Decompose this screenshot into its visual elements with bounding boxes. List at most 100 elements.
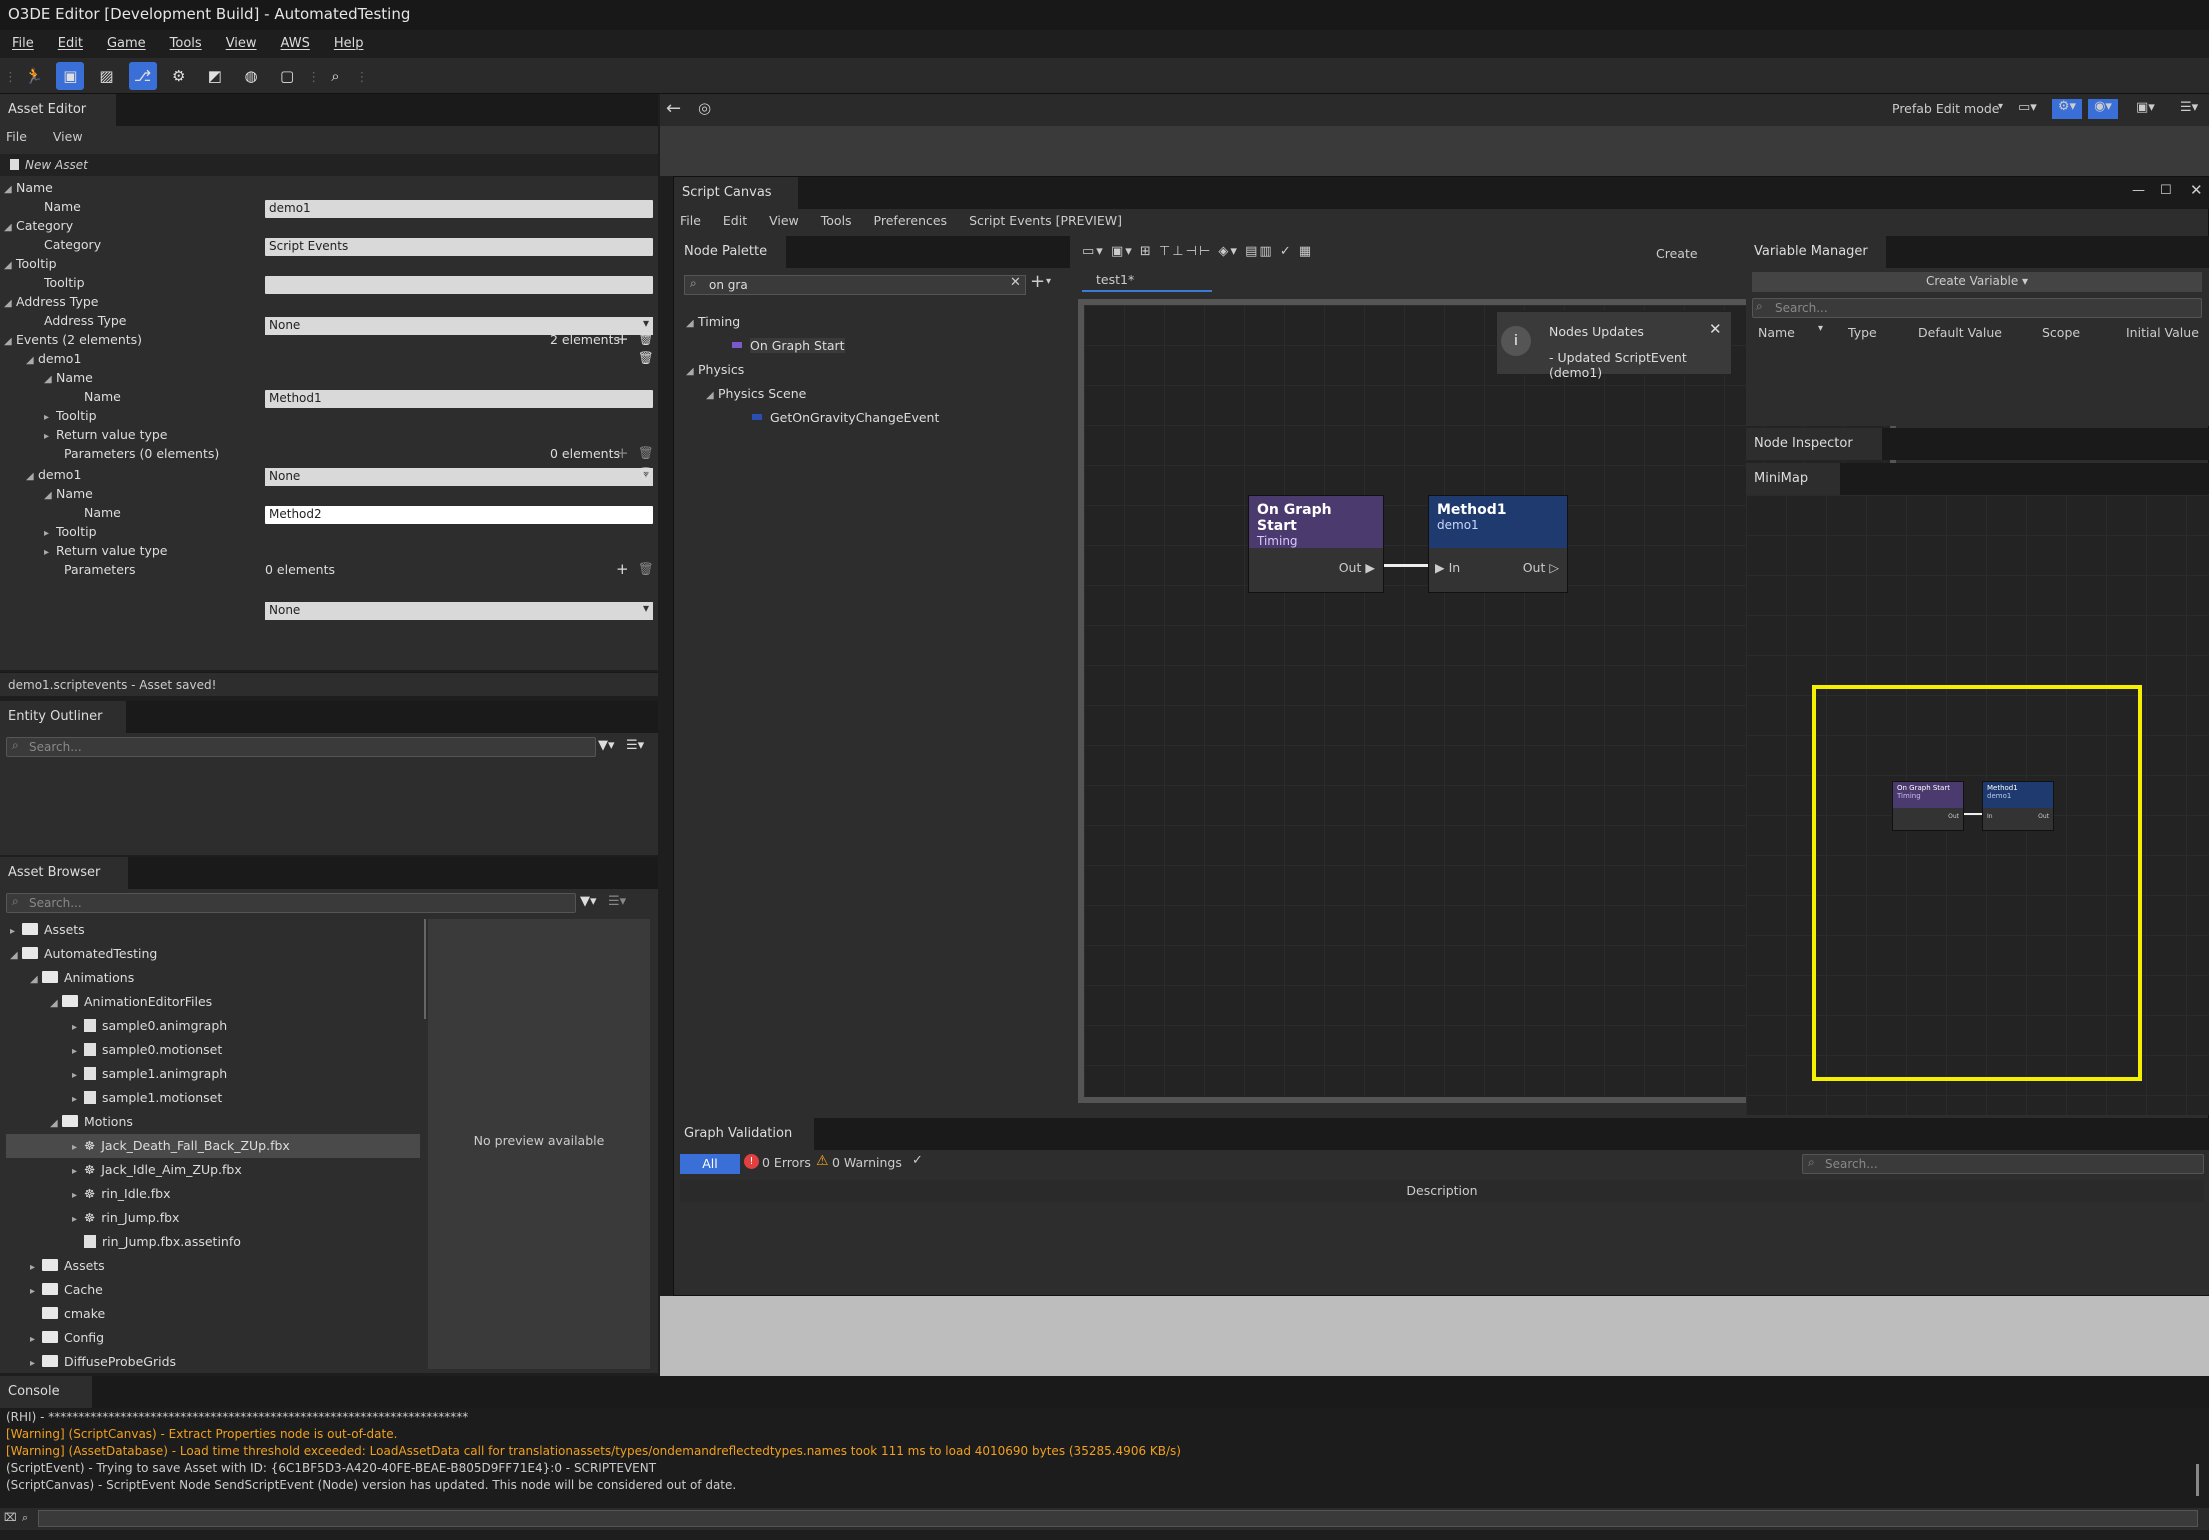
tree-item[interactable]: Motions — [84, 1114, 133, 1129]
expand-icon[interactable]: ▸ — [72, 1137, 84, 1159]
menu-icon[interactable]: ☰▾ — [608, 894, 626, 909]
palette-node-gravity-change[interactable]: GetOnGravityChangeEvent — [770, 410, 939, 425]
exec-pin-icon[interactable]: ▶ — [1365, 560, 1375, 575]
expand-icon[interactable]: ▸ — [72, 1065, 84, 1087]
expand-icon[interactable]: ▸ — [72, 1185, 84, 1207]
add-icon[interactable]: + — [1030, 271, 1045, 292]
event2-name-field[interactable]: Method2 — [265, 506, 653, 524]
collapse-icon[interactable]: ◢ — [10, 945, 22, 967]
menu-game[interactable]: Game — [95, 30, 158, 57]
tree-item[interactable]: sample1.motionset — [102, 1090, 222, 1105]
console-clear-icon[interactable]: ⌧ — [4, 1511, 17, 1524]
asset-editor-tab[interactable]: Asset Editor — [0, 94, 116, 126]
bookmark-list-icon[interactable]: ▥ — [1259, 244, 1273, 259]
debug-icon[interactable]: ⚙▾ — [2052, 99, 2082, 119]
viewport[interactable] — [660, 126, 2209, 176]
tree-item[interactable]: cmake — [64, 1306, 105, 1321]
expand-icon[interactable]: ▸ — [30, 1353, 42, 1375]
collapse-icon[interactable]: ◢ — [4, 260, 16, 271]
node-search-input[interactable]: on gra — [684, 275, 1026, 295]
tree-item[interactable]: sample1.animgraph — [102, 1066, 227, 1081]
collapse-icon[interactable]: ◢ — [4, 222, 16, 233]
minimize-icon[interactable]: — — [2132, 183, 2145, 198]
asset-browser-tab[interactable]: Asset Browser — [0, 857, 128, 889]
sc-menu-edit[interactable]: Edit — [723, 213, 747, 228]
console-scrollbar[interactable] — [2196, 1464, 2199, 1496]
trash-icon[interactable]: 🗑 — [638, 561, 654, 580]
node-method1[interactable]: Method1 demo1 ▶ In Out ▷ — [1428, 495, 1568, 593]
event1-return-select[interactable]: None — [265, 467, 653, 486]
menu-aws[interactable]: AWS — [269, 30, 322, 57]
collapse-icon[interactable]: ◢ — [44, 374, 56, 385]
blueprint-icon[interactable]: ▣ — [56, 62, 85, 90]
tree-item[interactable]: DiffuseProbeGrids — [64, 1354, 176, 1369]
prefab-mode-dropdown[interactable]: Prefab Edit mode — [1892, 101, 1999, 116]
graph-tab[interactable]: test1* — [1082, 272, 1212, 292]
errors-toggle[interactable]: 0 Errors — [762, 1155, 811, 1170]
graph-validation-tab[interactable]: Graph Validation — [676, 1118, 814, 1150]
tree-item[interactable]: sample0.animgraph — [102, 1018, 227, 1033]
sc-menu-file[interactable]: File — [680, 213, 701, 228]
collapse-icon[interactable]: ◢ — [4, 298, 16, 309]
collapse-icon[interactable]: ◢ — [4, 184, 16, 195]
expand-icon[interactable]: ▸ — [30, 1257, 42, 1279]
menu-help[interactable]: Help — [322, 30, 376, 57]
camera-icon[interactable]: ◎ — [698, 99, 711, 117]
group-icon[interactable]: ◈▾ — [1218, 244, 1239, 259]
node-inspector-tab[interactable]: Node Inspector — [1746, 428, 1882, 460]
col-type[interactable]: Type — [1848, 325, 1877, 340]
category-physics-scene[interactable]: Physics Scene — [718, 386, 806, 401]
node-on-graph-start[interactable]: On Graph Start Timing Out ▶ — [1248, 495, 1384, 593]
tree-item[interactable]: rin_Jump.fbx.assetinfo — [102, 1234, 241, 1249]
landscape-icon[interactable]: ◩ — [201, 62, 229, 90]
sc-menu-view[interactable]: View — [769, 213, 799, 228]
expand-icon[interactable]: ▸ — [72, 1041, 84, 1063]
back-arrow-icon[interactable]: ← — [666, 98, 681, 119]
variable-manager-tab[interactable]: Variable Manager — [1746, 236, 1886, 268]
select-icon[interactable]: ▭▾ — [1082, 244, 1105, 259]
tree-item[interactable]: rin_Idle.fbx — [101, 1186, 170, 1201]
entity-search-input[interactable]: Search... — [6, 737, 596, 757]
tree-item-selected[interactable]: Jack_Death_Fall_Back_ZUp.fbx — [101, 1138, 290, 1153]
add-icon[interactable]: + — [616, 560, 629, 579]
variable-search-input[interactable]: Search... — [1752, 298, 2202, 318]
asset-editor-menu-file[interactable]: File — [6, 129, 27, 144]
collapse-icon[interactable]: ◢ — [50, 1113, 62, 1135]
collapse-icon[interactable]: ◢ — [706, 385, 718, 407]
node-palette-tab[interactable]: Node Palette — [676, 236, 786, 268]
collapse-icon[interactable]: ◢ — [50, 993, 62, 1015]
filter-icon[interactable]: ▼▾ — [598, 738, 615, 753]
sc-menu-preferences[interactable]: Preferences — [874, 213, 948, 228]
collapse-icon[interactable]: ◢ — [686, 361, 698, 383]
chevron-down-icon[interactable]: ▾ — [1046, 276, 1051, 287]
category-field[interactable]: Script Events — [265, 238, 653, 256]
viewport-lower[interactable] — [660, 1296, 2209, 1376]
globe-icon[interactable]: ◍ — [237, 62, 265, 90]
event2-return-select[interactable]: None — [265, 601, 653, 620]
search-icon[interactable]: ⌕ — [321, 62, 349, 90]
add-icon[interactable]: + — [616, 330, 629, 349]
collapse-icon[interactable]: ◢ — [26, 471, 38, 482]
warnings-toggle[interactable]: 0 Warnings — [832, 1155, 902, 1170]
validation-search-input[interactable]: Search... — [1802, 1154, 2204, 1174]
trash-icon[interactable]: 🗑 — [638, 466, 654, 485]
col-scope[interactable]: Scope — [2042, 325, 2080, 340]
add-icon[interactable]: + — [616, 444, 629, 463]
menu-icon[interactable]: ☰▾ — [626, 738, 644, 753]
collapse-icon[interactable]: ◢ — [30, 969, 42, 991]
sc-menu-tools[interactable]: Tools — [821, 213, 852, 228]
validate-icon[interactable]: ✓ — [1280, 244, 1293, 259]
tree-item[interactable]: Assets — [64, 1258, 105, 1273]
palette-node-on-graph-start[interactable]: On Graph Start — [750, 338, 845, 353]
minimap-tab[interactable]: MiniMap — [1746, 463, 1840, 495]
tree-item[interactable]: Animations — [64, 970, 134, 985]
col-default-value[interactable]: Default Value — [1918, 325, 2002, 340]
expand-icon[interactable]: ▸ — [72, 1161, 84, 1183]
category-timing[interactable]: Timing — [698, 314, 740, 329]
trash-icon[interactable]: 🗑 — [638, 331, 654, 350]
menu-view[interactable]: View — [214, 30, 269, 57]
console-command-input[interactable] — [38, 1510, 2198, 1527]
close-icon[interactable]: ✕ — [1709, 320, 1722, 338]
expand-icon[interactable]: ▸ — [30, 1329, 42, 1351]
tree-item[interactable]: AutomatedTesting — [44, 946, 157, 961]
